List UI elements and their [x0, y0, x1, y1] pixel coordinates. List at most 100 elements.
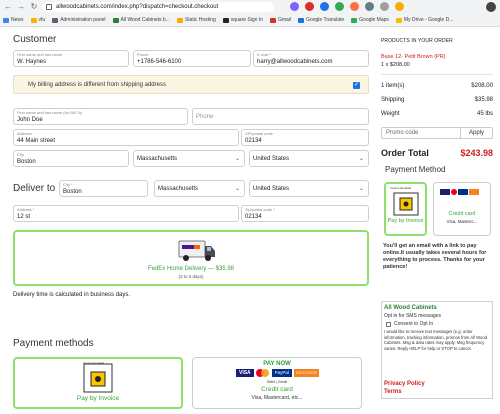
billing-zip-field[interactable]: ZIP/postal code 02134: [241, 129, 369, 146]
visa-logo: VISA: [236, 369, 254, 377]
bookmark-favicon-icon: [298, 17, 305, 23]
extension-icon[interactable]: [320, 2, 329, 11]
promo-code-input[interactable]: Promo code Apply: [381, 127, 493, 139]
delivery-truck-icon: [178, 240, 215, 261]
payment-methods-heading: Payment methods: [13, 338, 94, 349]
bookmark-item[interactable]: Static Hosting: [176, 17, 216, 23]
billing-address-field[interactable]: Address 44 Main street: [13, 129, 239, 146]
chevron-down-icon: ⌄: [358, 156, 364, 162]
bookmark-favicon-icon: [112, 17, 119, 23]
invoice-icon: [83, 363, 113, 393]
back-icon[interactable]: ←: [3, 2, 13, 12]
shipping-option-fedex[interactable]: FedEx Home Delivery — $35.98 (3 to 5 day…: [13, 230, 369, 286]
bookmark-item[interactable]: All Wood Cabinets b...: [112, 17, 170, 23]
shipping-label: FedEx Home Delivery — $35.98: [147, 266, 235, 272]
chevron-down-icon: ⌄: [358, 186, 364, 192]
invoice-icon: [393, 192, 419, 216]
url-text: allwoodcabinets.com/index.php?dispatch=c…: [56, 4, 219, 10]
payment-method-heading: Payment Method: [385, 165, 446, 174]
privacy-policy-link[interactable]: Privacy Policy: [384, 381, 425, 387]
lock-icon: [46, 4, 52, 10]
pay-by-invoice-option[interactable]: Invoice Emailed Pay by Invoice: [13, 357, 183, 409]
billing-phone-field[interactable]: Phone: [192, 108, 369, 125]
card-brand-logos: [440, 189, 479, 195]
order-total-value: $243.98: [460, 148, 493, 158]
pay-by-invoice-label: Pay by Invoice: [76, 395, 120, 402]
extension-icon[interactable]: [380, 2, 389, 11]
bookmark-favicon-icon: [52, 17, 59, 23]
extension-icon[interactable]: [335, 2, 344, 11]
reload-icon[interactable]: ↻: [29, 2, 39, 12]
items-row: 1 item(s) $208.00: [381, 83, 493, 89]
address-row: ← → ↻ allwoodcabinets.com/index.php?disp…: [0, 0, 500, 14]
bookmark-item[interactable]: Google Maps: [351, 17, 389, 23]
terms-link[interactable]: Terms: [384, 389, 402, 395]
url-bar[interactable]: allwoodcabinets.com/index.php?dispatch=c…: [42, 2, 274, 12]
paypal-logo: PayPal: [271, 369, 292, 377]
extension-icon[interactable]: [350, 2, 359, 11]
sms-consent-label: Consent to Opt In: [394, 321, 434, 327]
bookmark-item[interactable]: vfu: [30, 17, 45, 23]
billing-name-field[interactable]: First name and last name (for Bill To) J…: [13, 108, 188, 125]
shipping-days: (3 to 5 days): [178, 274, 204, 279]
sms-brand: All Wood Cabinets: [384, 305, 437, 311]
deliver-address-field[interactable]: Address * 12 st: [13, 205, 239, 222]
weight-row: Weight 45 lbs: [381, 111, 493, 117]
forward-icon[interactable]: →: [16, 2, 26, 12]
billing-different-label: My billing address is different from shi…: [28, 82, 166, 88]
deliver-state-select[interactable]: Massachusetts ⌄: [154, 180, 245, 197]
order-product-link[interactable]: Base 12- Petit Brown (PR): [381, 54, 446, 60]
bookmark-item[interactable]: My Drive - Google D...: [395, 17, 453, 23]
bookmark-item[interactable]: square Sign In: [222, 17, 263, 23]
deliver-zip-field[interactable]: Zip/postal code * 02134: [241, 205, 369, 222]
order-title: PRODUCTS IN YOUR ORDER: [381, 38, 453, 44]
sms-consent-checkbox[interactable]: [386, 322, 391, 327]
bookmark-item[interactable]: Administration panel: [52, 17, 106, 23]
sidebar-invoice-option[interactable]: Invoice Emailed Pay by Invoice: [384, 182, 427, 236]
bookmark-favicon-icon: [222, 17, 229, 23]
billing-country-select[interactable]: United States ⌄: [249, 150, 369, 167]
extension-icon[interactable]: [395, 2, 404, 11]
billing-different-checkbox[interactable]: ✓: [353, 82, 360, 89]
browser-chrome: ← → ↻ allwoodcabinets.com/index.php?disp…: [0, 0, 500, 27]
mastercard-logo: [451, 189, 457, 195]
credit-card-option[interactable]: PAY NOW VISA PayPal DISCOVER Debit | Cre…: [192, 357, 362, 409]
paypal-logo: [458, 189, 468, 195]
phone-field[interactable]: Phone +1786-546-6100: [133, 50, 251, 67]
mastercard-logo: [255, 369, 270, 377]
bookmark-favicon-icon: [3, 17, 9, 23]
bookmark-favicon-icon: [351, 17, 358, 23]
extension-icons: [290, 2, 404, 11]
deliver-heading: Deliver to: [13, 183, 56, 194]
billing-different-row[interactable]: My billing address is different from shi…: [13, 75, 369, 94]
sidebar-credit-card-sub: Visa, Masterc...: [446, 219, 478, 224]
name-field[interactable]: First name and last name W. Haynes: [13, 50, 129, 67]
discover-logo: [469, 189, 479, 195]
email-field[interactable]: E-mail * harry@allwoodcabinets.com: [253, 50, 369, 67]
bookmark-favicon-icon: [30, 17, 37, 23]
order-product-qty: 1 x $208.00: [381, 62, 410, 68]
extension-icon[interactable]: [290, 2, 299, 11]
debit-credit-text: Debit | Credit: [266, 380, 288, 384]
deliver-city-field[interactable]: City * Boston: [59, 180, 148, 197]
visa-logo: [440, 189, 450, 195]
profile-avatar[interactable]: [486, 2, 496, 12]
pay-now-title: PAY NOW: [263, 361, 291, 367]
order-total-row: Order Total $243.98: [381, 148, 493, 158]
bookmark-item[interactable]: Google Translate: [298, 17, 344, 23]
sidebar-credit-card-option[interactable]: Credit card Visa, Masterc...: [433, 182, 491, 236]
extension-icon[interactable]: [305, 2, 314, 11]
deliver-country-select[interactable]: United States ⌄: [249, 180, 369, 197]
billing-city-field[interactable]: City Boston: [13, 150, 129, 167]
bookmark-item[interactable]: News: [3, 17, 24, 23]
bookmark-favicon-icon: [270, 17, 276, 23]
extension-icon[interactable]: [365, 2, 374, 11]
apply-button[interactable]: Apply: [460, 128, 492, 138]
customer-heading: Customer: [13, 34, 57, 45]
bookmark-item[interactable]: Gmail: [270, 17, 291, 23]
sidebar-invoice-label: Pay by Invoice: [387, 218, 424, 224]
billing-state-select[interactable]: Massachusetts ⌄: [133, 150, 245, 167]
delivery-note: Delivery time is calculated in business …: [13, 292, 131, 298]
bookmarks-bar: News vfu Administration panel All Wood Cabi…: [0, 14, 500, 26]
sms-legal-text: I would like to receive text messages (e…: [384, 329, 488, 351]
